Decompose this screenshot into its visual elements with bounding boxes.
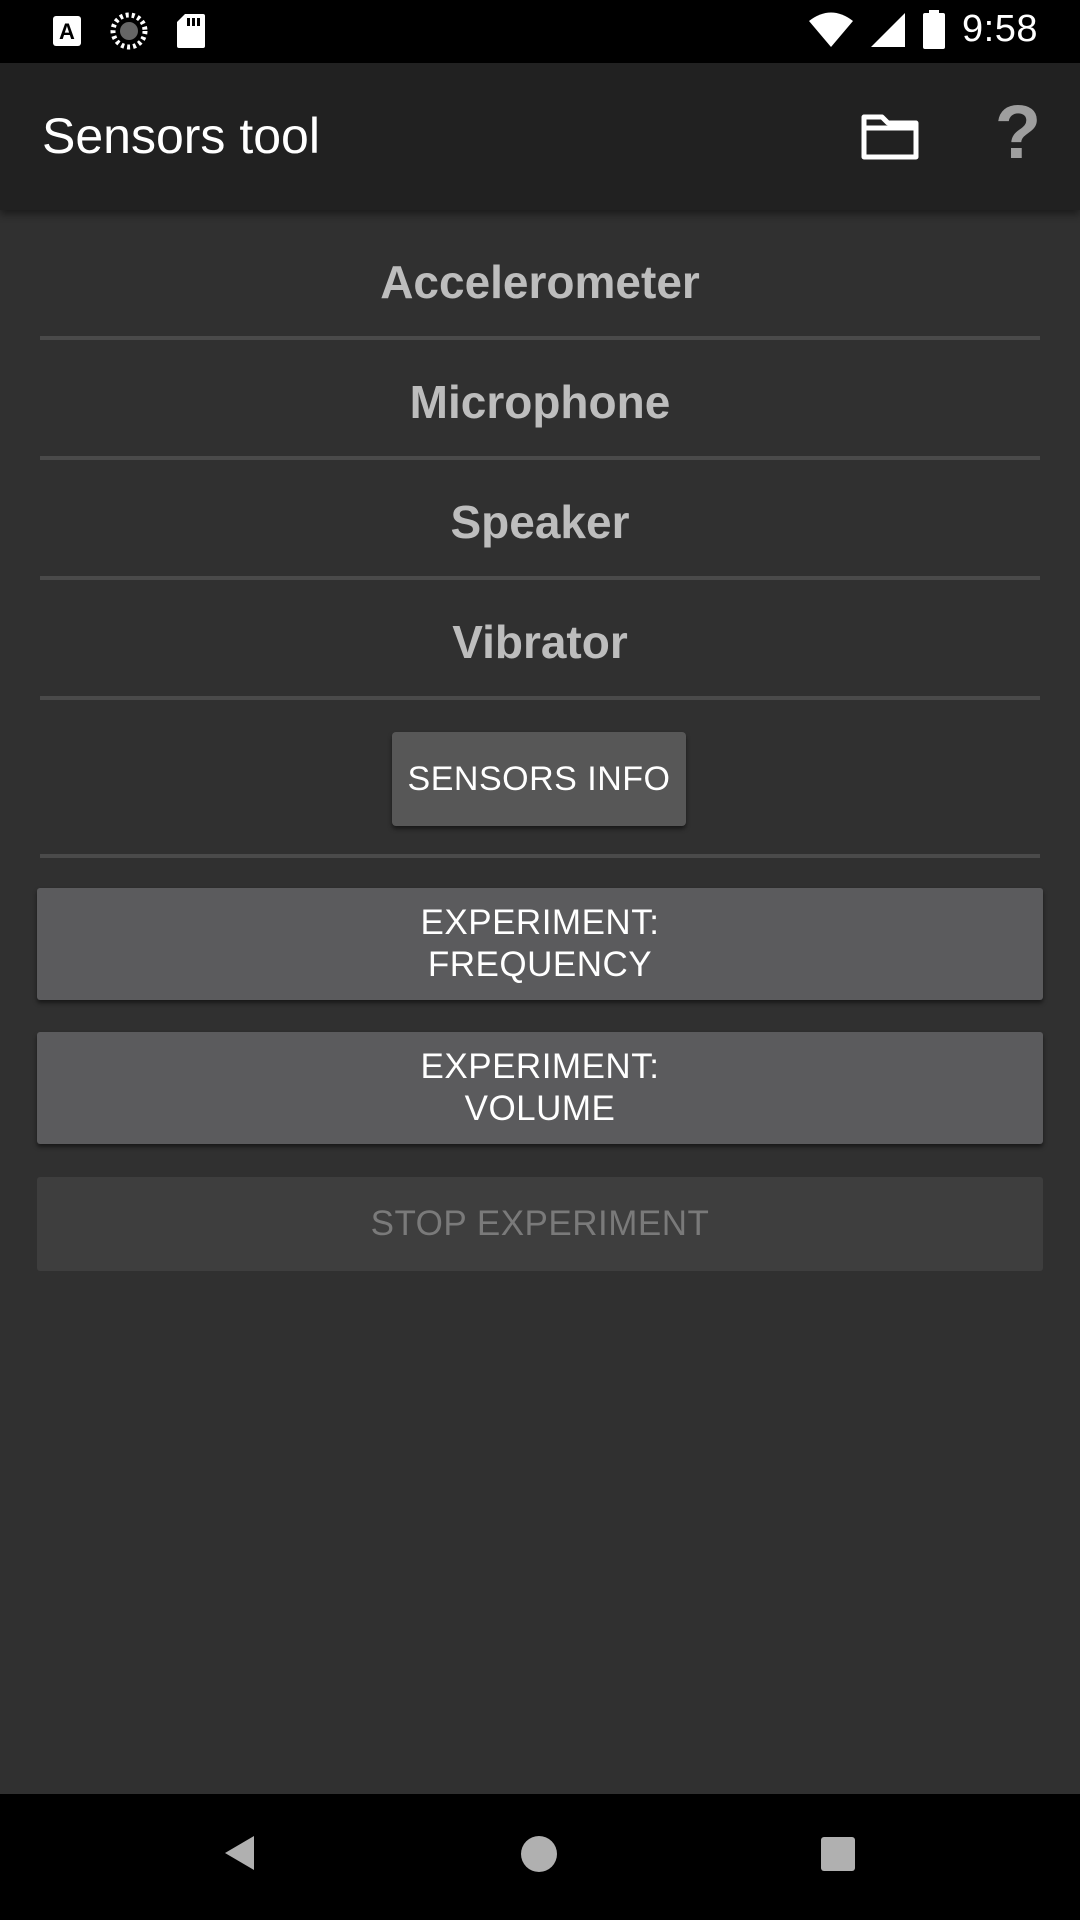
battery-icon bbox=[923, 9, 946, 49]
wifi-icon bbox=[809, 12, 854, 47]
status-left-icons: A bbox=[52, 12, 206, 50]
folder-button[interactable] bbox=[860, 109, 920, 165]
sensor-item-vibrator[interactable]: Vibrator bbox=[40, 582, 1040, 702]
sensors-info-button[interactable]: SENSORS INFO bbox=[392, 732, 686, 826]
status-right-icons: 9:58 bbox=[808, 8, 1038, 51]
experiment-frequency-button[interactable]: EXPERIMENT: FREQUENCY bbox=[37, 888, 1043, 1000]
home-icon[interactable] bbox=[521, 1836, 557, 1872]
divider bbox=[40, 854, 1040, 858]
status-bar: A 9:58 bbox=[0, 0, 1080, 63]
recents-icon[interactable] bbox=[821, 1837, 855, 1871]
divider bbox=[40, 696, 1040, 700]
status-time: 9:58 bbox=[962, 8, 1038, 50]
experiment-frequency-line1: EXPERIMENT: bbox=[420, 903, 660, 942]
sensor-item-accelerometer[interactable]: Accelerometer bbox=[40, 222, 1040, 342]
help-icon: ? bbox=[994, 90, 1042, 175]
sd-card-icon bbox=[177, 14, 205, 48]
experiment-volume-line1: EXPERIMENT: bbox=[420, 1047, 660, 1086]
divider bbox=[40, 456, 1040, 460]
divider bbox=[40, 336, 1040, 340]
experiment-frequency-line2: FREQUENCY bbox=[427, 945, 653, 984]
svg-text:A: A bbox=[59, 19, 75, 44]
help-button[interactable]: ? bbox=[990, 93, 1046, 173]
signal-icon bbox=[871, 12, 906, 47]
folder-icon bbox=[861, 114, 919, 160]
app-bar: Sensors tool ? bbox=[0, 63, 1080, 210]
app-title: Sensors tool bbox=[42, 108, 320, 164]
experiment-volume-button[interactable]: EXPERIMENT: VOLUME bbox=[37, 1032, 1043, 1144]
sensor-item-speaker[interactable]: Speaker bbox=[40, 462, 1040, 582]
nav-bar bbox=[0, 1794, 1080, 1920]
sensor-item-microphone[interactable]: Microphone bbox=[40, 342, 1040, 462]
experiment-volume-line2: VOLUME bbox=[464, 1089, 616, 1128]
stop-experiment-button[interactable]: STOP EXPERIMENT bbox=[37, 1177, 1043, 1271]
back-icon[interactable] bbox=[222, 1834, 256, 1872]
loading-icon bbox=[110, 12, 148, 50]
divider bbox=[40, 576, 1040, 580]
a-notification-icon: A bbox=[53, 16, 81, 46]
